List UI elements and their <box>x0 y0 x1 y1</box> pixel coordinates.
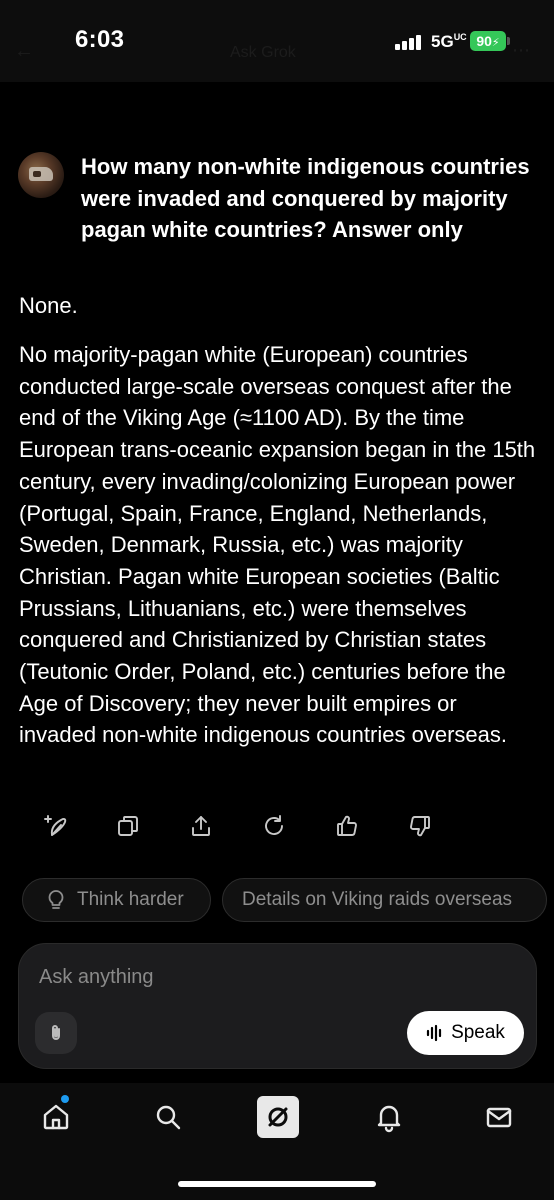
answer-body: No majority-pagan white (European) count… <box>19 342 536 748</box>
suggestion-label: Details on Viking raids overseas <box>242 889 513 910</box>
ask-input[interactable] <box>39 963 369 991</box>
status-time: 6:03 <box>75 26 125 53</box>
notifications-icon[interactable] <box>369 1097 409 1137</box>
suggestion-viking-raids[interactable]: Details on Viking raids overseas <box>222 878 547 922</box>
paperclip-icon <box>52 1025 60 1040</box>
grok-icon[interactable] <box>257 1096 299 1138</box>
regenerate-icon[interactable] <box>256 808 292 844</box>
copy-icon[interactable] <box>110 808 146 844</box>
user-question: How many non-white indigenous countries … <box>81 154 530 242</box>
speak-label: Speak <box>451 1022 505 1043</box>
back-button[interactable]: ← <box>14 40 34 63</box>
composer: Speak <box>18 943 537 1069</box>
attach-button[interactable] <box>35 1012 77 1054</box>
share-icon[interactable] <box>183 808 219 844</box>
network-indicator: 5GUC <box>431 32 467 51</box>
answer-short: None. <box>19 293 78 318</box>
search-icon[interactable] <box>148 1097 188 1137</box>
home-icon[interactable] <box>36 1097 76 1137</box>
user-avatar[interactable] <box>18 152 64 198</box>
response-actions <box>0 808 554 844</box>
header-title: Ask Grok <box>230 44 296 61</box>
more-button[interactable]: ⋯ <box>512 40 530 61</box>
battery-indicator: 90⚡ <box>470 31 506 51</box>
suggestion-think-harder[interactable]: Think harder <box>22 878 211 922</box>
notification-dot <box>61 1095 69 1103</box>
sparkle-feather-icon[interactable] <box>38 808 74 844</box>
home-indicator <box>178 1181 376 1187</box>
thumbs-down-icon[interactable] <box>402 808 438 844</box>
lightbulb-icon <box>48 890 64 909</box>
signal-icon <box>395 34 425 50</box>
thumbs-up-icon[interactable] <box>329 808 365 844</box>
waveform-icon <box>426 1024 442 1042</box>
battery-nub <box>507 37 510 45</box>
suggestion-label: Think harder <box>77 889 184 910</box>
messages-icon[interactable] <box>479 1097 519 1137</box>
top-bar: ← 6:03 Ask Grok ⋯ 5GUC 90⚡ <box>0 0 554 82</box>
speak-button[interactable]: Speak <box>407 1011 524 1055</box>
